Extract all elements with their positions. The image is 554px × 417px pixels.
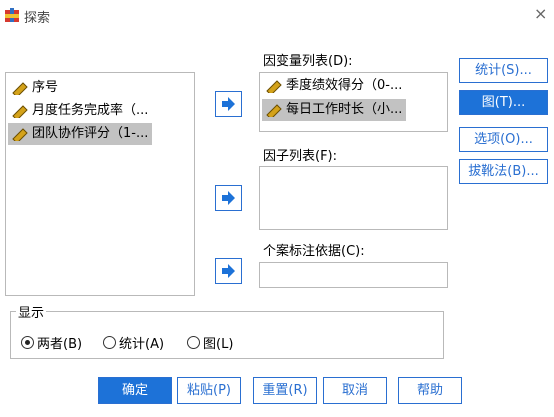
reset-button[interactable]: 重置(R) — [253, 377, 317, 404]
arrow-right-icon — [222, 191, 235, 205]
move-to-factor-button[interactable] — [215, 185, 242, 211]
ok-button[interactable]: 确定 — [98, 377, 172, 404]
list-item-source-1[interactable]: 序号 — [8, 77, 62, 99]
source-variable-list[interactable]: 序号 月度任务完成率（... 团队协作评分（1-... — [5, 72, 195, 296]
statistics-button[interactable]: 统计(S)... — [459, 58, 548, 83]
arrow-right-icon — [222, 97, 235, 111]
ruler-icon — [12, 105, 28, 118]
list-item-source-2[interactable]: 月度任务完成率（... — [8, 100, 152, 122]
radio-label: 统计(A) — [119, 337, 165, 352]
help-button[interactable]: 帮助 — [398, 377, 462, 404]
radio-plots[interactable]: 图(L) — [187, 333, 233, 352]
window-title: 探索 — [24, 11, 51, 26]
move-to-case-label-button[interactable] — [215, 258, 242, 284]
ruler-icon — [266, 80, 282, 93]
move-to-dependent-button[interactable] — [215, 91, 242, 117]
app-icon — [5, 8, 19, 22]
case-label-label: 个案标注依据(C): — [263, 244, 365, 259]
ruler-icon — [266, 104, 282, 117]
plots-button[interactable]: 图(T)... — [459, 90, 548, 115]
radio-statistics[interactable]: 统计(A) — [103, 333, 164, 352]
display-group-legend: 显示 — [16, 302, 47, 321]
radio-both[interactable]: 两者(B) — [21, 333, 82, 352]
options-button[interactable]: 选项(O)... — [459, 127, 548, 152]
close-icon[interactable]: × — [534, 4, 547, 23]
bootstrap-button[interactable]: 拔靴法(B)... — [459, 159, 548, 184]
list-item-label: 季度绩效得分（0-... — [286, 78, 403, 93]
list-item-source-3[interactable]: 团队协作评分（1-... — [8, 123, 153, 145]
list-item-label: 月度任务完成率（... — [32, 103, 149, 118]
ruler-icon — [12, 128, 28, 141]
arrow-right-icon — [222, 264, 235, 278]
dependent-list-label: 因变量列表(D): — [263, 54, 353, 69]
list-item-label: 每日工作时长（小... — [286, 102, 403, 117]
paste-button[interactable]: 粘贴(P) — [177, 377, 241, 404]
factor-list-label: 因子列表(F): — [263, 149, 338, 164]
factor-list[interactable] — [259, 166, 448, 230]
list-item-dependent-1[interactable]: 季度绩效得分（0-... — [262, 75, 406, 97]
case-label-field[interactable] — [259, 262, 448, 288]
list-item-label: 团队协作评分（1-... — [32, 126, 149, 141]
ruler-icon — [12, 82, 28, 95]
list-item-dependent-2[interactable]: 每日工作时长（小... — [262, 99, 407, 121]
radio-selected-icon — [21, 336, 34, 349]
radio-label: 两者(B) — [37, 337, 83, 352]
radio-unselected-icon — [187, 336, 200, 349]
radio-unselected-icon — [103, 336, 116, 349]
list-item-label: 序号 — [32, 80, 59, 95]
dependent-variable-list[interactable]: 季度绩效得分（0-... 每日工作时长（小... — [259, 72, 448, 132]
radio-label: 图(L) — [203, 337, 234, 352]
cancel-button[interactable]: 取消 — [323, 377, 387, 404]
